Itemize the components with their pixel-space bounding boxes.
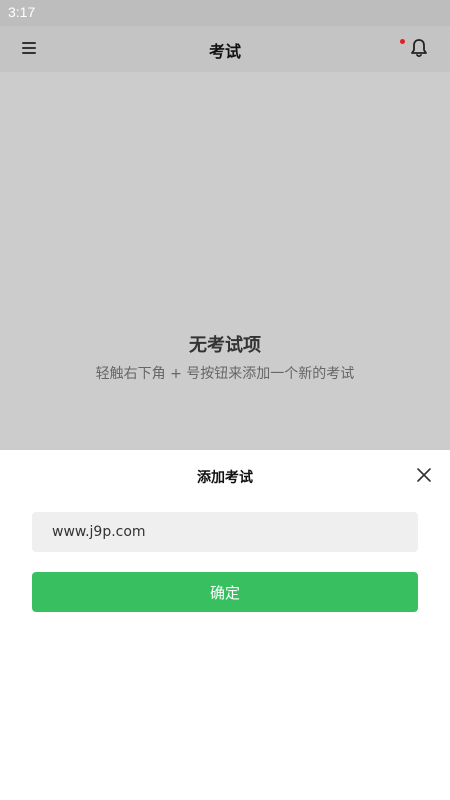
bell-icon (411, 39, 427, 58)
status-time: 3:17 (8, 4, 36, 20)
notification-button[interactable] (400, 36, 430, 62)
exam-list-area: 无考试项 轻触右下角 + 号按钮来添加一个新的考试 (0, 72, 450, 450)
empty-state-title: 无考试项 (189, 335, 261, 356)
app-bar: 考试 (0, 26, 450, 72)
page-title: 考试 (208, 42, 241, 61)
empty-state-hint: 轻触右下角 + 号按钮来添加一个新的考试 (95, 366, 355, 382)
notification-dot (400, 39, 405, 44)
sheet-title: 添加考试 (197, 470, 253, 486)
status-bar: 3:17 (0, 0, 450, 26)
exam-url-input[interactable] (32, 512, 418, 552)
close-icon[interactable] (415, 466, 433, 484)
confirm-button[interactable]: 确定 (32, 572, 418, 612)
add-exam-sheet: 添加考试 确定 (0, 450, 450, 800)
